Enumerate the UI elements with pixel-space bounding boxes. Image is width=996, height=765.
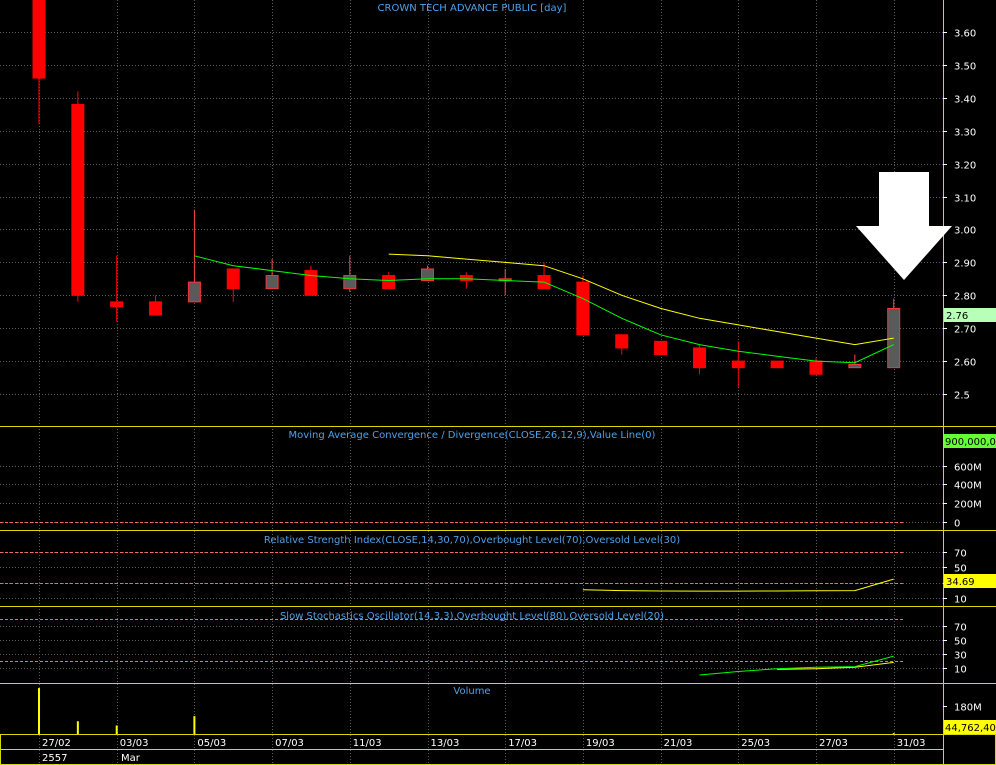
y-tick-label: 3.50 [954, 62, 976, 73]
x-axis-date-label: 27/02 [42, 738, 71, 749]
y-tick-label: 10 [954, 665, 967, 676]
candle-body [692, 347, 706, 369]
last-price-label: 2.76 [946, 311, 968, 322]
rsi-panel-title: Relative Strength Index(CLOSE,14,30,70),… [264, 535, 680, 546]
y-tick-label: 2.5 [954, 391, 970, 402]
x-axis-date-label: 31/03 [897, 738, 926, 749]
candle-body [304, 270, 318, 296]
volume-bar [193, 716, 196, 734]
y-tick-label: 0 [954, 519, 960, 530]
macd-value-badge: 900,000,00 [944, 434, 996, 448]
candle-body [265, 275, 279, 290]
macd-panel-title: Moving Average Convergence / Divergence(… [289, 430, 656, 441]
year-label: 2557 [42, 753, 67, 764]
y-tick-label: 2.60 [954, 358, 976, 369]
macd-value-label: 900,000,00 [945, 437, 996, 448]
candle-body [459, 275, 473, 281]
volume-bar [115, 725, 118, 734]
candle-body [149, 301, 163, 316]
x-axis-date-label: 17/03 [508, 738, 537, 749]
y-tick-label: 3.10 [954, 194, 976, 205]
y-tick-label: 2.70 [954, 325, 976, 336]
y-tick-label: 180M [954, 703, 982, 714]
candle-body [226, 268, 240, 290]
volume-bar [892, 733, 895, 734]
x-axis-date-label: 11/03 [353, 738, 382, 749]
candle-body [654, 340, 668, 356]
candle-body [382, 275, 396, 290]
price-panel-title: CROWN TECH ADVANCE PUBLIC [day] [378, 3, 567, 14]
stochastic-panel-title: Slow Stochastics Oscillator(14,3,3),Over… [280, 611, 664, 622]
chart-background [0, 0, 996, 765]
candle-body [887, 307, 901, 369]
x-axis-date-label: 03/03 [120, 738, 149, 749]
y-tick-label: 600M [954, 463, 982, 474]
y-tick-label: 3.30 [954, 128, 976, 139]
y-tick-label: 3.40 [954, 95, 976, 106]
volume-bar [76, 721, 79, 734]
candle-body [615, 334, 629, 349]
candle-body [731, 360, 745, 369]
candle-body [110, 301, 124, 308]
candle-body [770, 360, 784, 369]
x-axis-date-label: 19/03 [586, 738, 615, 749]
month-label: Mar [121, 753, 141, 764]
y-tick-label: 3.60 [954, 29, 976, 40]
y-tick-label: 200M [954, 500, 982, 511]
stock-chart: CROWN TECH ADVANCE PUBLIC [day] Moving A… [0, 0, 996, 765]
y-tick-label: 30 [954, 651, 967, 662]
volume-bar [38, 688, 40, 734]
rsi-value-label: 34.69 [946, 577, 975, 588]
y-tick-label: 400M [954, 481, 982, 492]
candle-body [32, 0, 46, 79]
candle-body [187, 281, 201, 303]
y-tick-label: 2.90 [954, 259, 976, 270]
y-tick-label: 2.80 [954, 292, 976, 303]
candle-body [576, 281, 590, 336]
candle-body [71, 103, 85, 296]
volume-value-label: 44,762,400 [945, 723, 996, 734]
y-tick-label: 70 [954, 549, 967, 560]
x-axis-date-label: 25/03 [741, 738, 770, 749]
x-axis-date-label: 07/03 [275, 738, 304, 749]
y-tick-label: 3.00 [954, 226, 976, 237]
candle-body [809, 360, 823, 375]
candle-body [848, 363, 862, 369]
y-tick-label: 50 [954, 564, 967, 575]
candle-body [343, 275, 357, 290]
volume-panel-title: Volume [453, 686, 490, 697]
y-tick-label: 70 [954, 623, 967, 634]
y-tick-label: 50 [954, 637, 967, 648]
last-price-badge: 2.76 [944, 308, 996, 322]
rsi-value-badge: 34.69 [944, 574, 996, 588]
x-axis-date-label: 21/03 [664, 738, 693, 749]
x-axis-date-label: 27/03 [819, 738, 848, 749]
x-axis-date-label: 13/03 [431, 738, 460, 749]
y-tick-label: 10 [954, 595, 967, 606]
volume-value-badge: 44,762,400 [944, 720, 996, 734]
y-tick-label: 3.20 [954, 161, 976, 172]
x-axis-date-label: 05/03 [197, 738, 226, 749]
